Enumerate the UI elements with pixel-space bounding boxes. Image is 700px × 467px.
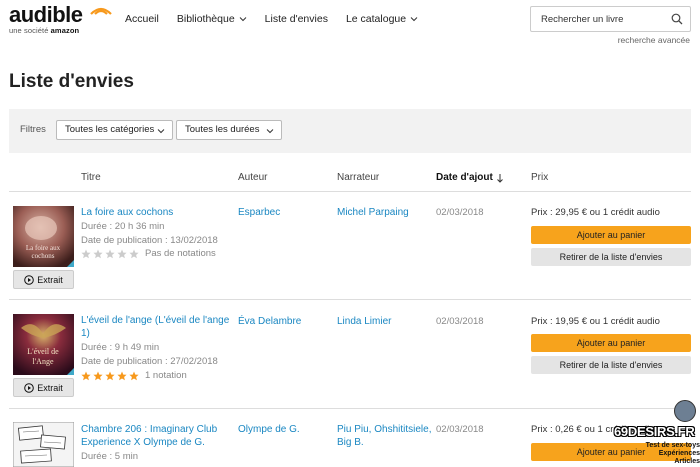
date-added: 02/03/2018 bbox=[436, 316, 484, 327]
nav-catalog[interactable]: Le catalogue bbox=[346, 13, 418, 25]
rating: 1 notation bbox=[81, 370, 187, 381]
watermark-title: 69DESIRS.FR bbox=[614, 424, 695, 439]
rating-text: 1 notation bbox=[145, 370, 187, 381]
search-icon[interactable] bbox=[671, 13, 683, 25]
play-icon bbox=[24, 382, 35, 393]
watermark-line: Expériences bbox=[658, 450, 700, 457]
star-empty-icon bbox=[93, 249, 103, 258]
star-empty-icon bbox=[81, 249, 91, 258]
duration-select[interactable]: Toutes les durées bbox=[176, 120, 282, 140]
nav-home[interactable]: Accueil bbox=[125, 13, 159, 25]
star-filled-icon bbox=[129, 371, 139, 380]
nav-library[interactable]: Bibliothèque bbox=[177, 13, 247, 25]
column-header-date[interactable]: Date d'ajout bbox=[436, 172, 504, 183]
chevron-down-icon bbox=[410, 17, 418, 22]
add-to-cart-button[interactable]: Ajouter au panier bbox=[531, 226, 691, 244]
book-cover[interactable]: L'éveil de l'Ange bbox=[13, 314, 74, 375]
category-select[interactable]: Toutes les catégories bbox=[56, 120, 173, 140]
svg-text:La foire aux: La foire aux bbox=[26, 244, 61, 252]
column-header-title[interactable]: Titre bbox=[81, 172, 101, 183]
watermark: 69DESIRS.FR Test de sex-toys Expériences… bbox=[612, 398, 700, 467]
book-title-link[interactable]: Chambre 206 : Imaginary Club Experience … bbox=[81, 423, 226, 449]
filters-bar: Filtres Toutes les catégories Toutes les… bbox=[9, 109, 691, 153]
author-link[interactable]: Esparbec bbox=[238, 206, 328, 219]
book-cover[interactable]: La foire aux cochons bbox=[13, 206, 74, 267]
top-header: audible une société amazon Accueil Bibli… bbox=[0, 0, 700, 50]
page-title: Liste d'envies bbox=[9, 71, 134, 92]
book-duration: Durée : 20 h 36 min bbox=[81, 221, 165, 232]
cover-art: La foire aux cochons bbox=[13, 206, 74, 267]
book-title-link[interactable]: L'éveil de l'ange (L'éveil de l'ange 1) bbox=[81, 314, 231, 340]
chevron-down-icon bbox=[266, 129, 274, 134]
column-header-author[interactable]: Auteur bbox=[238, 172, 267, 183]
cover-art bbox=[13, 422, 74, 467]
star-filled-icon bbox=[105, 371, 115, 380]
book-duration: Durée : 9 h 49 min bbox=[81, 342, 160, 353]
sort-arrow-down-icon bbox=[496, 173, 503, 183]
date-added: 02/03/2018 bbox=[436, 424, 484, 435]
search-input[interactable] bbox=[531, 7, 661, 31]
rating: Pas de notations bbox=[81, 248, 216, 259]
star-empty-icon bbox=[117, 249, 127, 258]
star-filled-icon bbox=[117, 371, 127, 380]
audible-logo[interactable]: audible une société amazon bbox=[9, 2, 112, 35]
narrator-link[interactable]: Piu Piu, Ohshititsiele, Big B. bbox=[337, 423, 432, 449]
book-cover[interactable] bbox=[13, 422, 74, 467]
watermark-line: Test de sex-toys bbox=[645, 442, 700, 449]
advanced-search-link[interactable]: recherche avancée bbox=[618, 35, 690, 45]
star-empty-icon bbox=[105, 249, 115, 258]
book-duration: Durée : 5 min bbox=[81, 451, 139, 462]
author-link[interactable]: Olympe de G. bbox=[238, 423, 328, 436]
watermark-avatar bbox=[674, 400, 696, 422]
price: Prix : 19,95 € ou 1 crédit audio bbox=[531, 316, 660, 327]
star-filled-icon bbox=[93, 371, 103, 380]
sample-button[interactable]: Extrait bbox=[13, 270, 74, 289]
svg-text:cochons: cochons bbox=[32, 252, 55, 260]
logo-signal-icon bbox=[90, 7, 112, 15]
divider bbox=[9, 299, 691, 300]
column-header-narrator[interactable]: Narrateur bbox=[337, 172, 379, 183]
book-publish-date: Date de publication : 27/02/2018 bbox=[81, 356, 218, 367]
filters-label: Filtres bbox=[20, 124, 46, 135]
remove-from-wishlist-button[interactable]: Retirer de la liste d'envies bbox=[531, 356, 691, 374]
date-added: 02/03/2018 bbox=[436, 207, 484, 218]
watermark-line: Articles bbox=[674, 458, 700, 465]
price: Prix : 29,95 € ou 1 crédit audio bbox=[531, 207, 660, 218]
star-empty-icon bbox=[129, 249, 139, 258]
author-link[interactable]: Éva Delambre bbox=[238, 315, 328, 328]
book-title-link[interactable]: La foire aux cochons bbox=[81, 206, 231, 219]
logo-wordmark: audible bbox=[9, 2, 83, 27]
logo-tagline: une société amazon bbox=[9, 26, 80, 35]
add-to-cart-button[interactable]: Ajouter au panier bbox=[531, 334, 691, 352]
narrator-link[interactable]: Michel Parpaing bbox=[337, 206, 432, 219]
divider bbox=[9, 191, 691, 192]
sample-button[interactable]: Extrait bbox=[13, 378, 74, 397]
svg-text:L'éveil de: L'éveil de bbox=[27, 347, 59, 356]
rating-text: Pas de notations bbox=[145, 248, 216, 259]
svg-text:l'Ange: l'Ange bbox=[33, 357, 54, 366]
book-publish-date: Date de publication : 13/02/2018 bbox=[81, 235, 218, 246]
divider bbox=[9, 408, 691, 409]
column-header-price[interactable]: Prix bbox=[531, 172, 548, 183]
narrator-link[interactable]: Linda Limier bbox=[337, 315, 432, 328]
star-filled-icon bbox=[81, 371, 91, 380]
nav-wishlist[interactable]: Liste d'envies bbox=[265, 13, 328, 25]
chevron-down-icon bbox=[157, 129, 165, 134]
search-box bbox=[530, 6, 691, 32]
remove-from-wishlist-button[interactable]: Retirer de la liste d'envies bbox=[531, 248, 691, 266]
cover-art: L'éveil de l'Ange bbox=[13, 314, 74, 375]
chevron-down-icon bbox=[239, 17, 247, 22]
play-icon bbox=[24, 274, 35, 285]
main-nav: Accueil Bibliothèque Liste d'envies Le c… bbox=[125, 13, 436, 25]
